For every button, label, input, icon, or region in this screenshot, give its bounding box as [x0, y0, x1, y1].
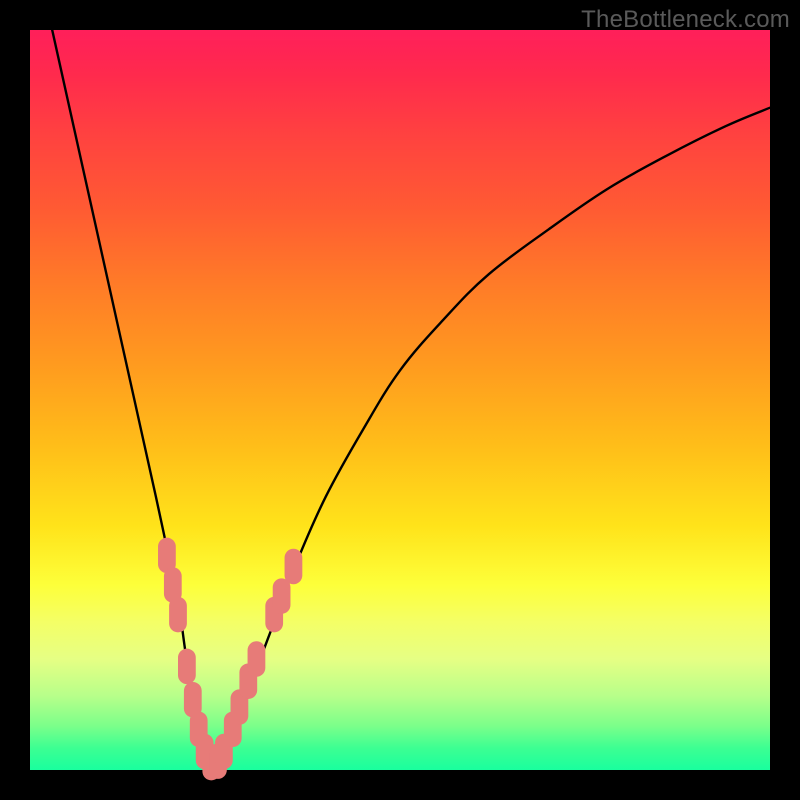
- data-marker: [273, 578, 291, 614]
- chart-svg: [30, 30, 770, 770]
- bottleneck-curve: [52, 30, 770, 763]
- data-marker: [169, 597, 187, 633]
- data-marker: [285, 549, 303, 585]
- plot-area: [30, 30, 770, 770]
- marker-layer: [158, 538, 302, 781]
- data-marker: [248, 641, 266, 677]
- chart-frame: TheBottleneck.com: [0, 0, 800, 800]
- data-marker: [178, 649, 196, 685]
- watermark-text: TheBottleneck.com: [581, 6, 790, 34]
